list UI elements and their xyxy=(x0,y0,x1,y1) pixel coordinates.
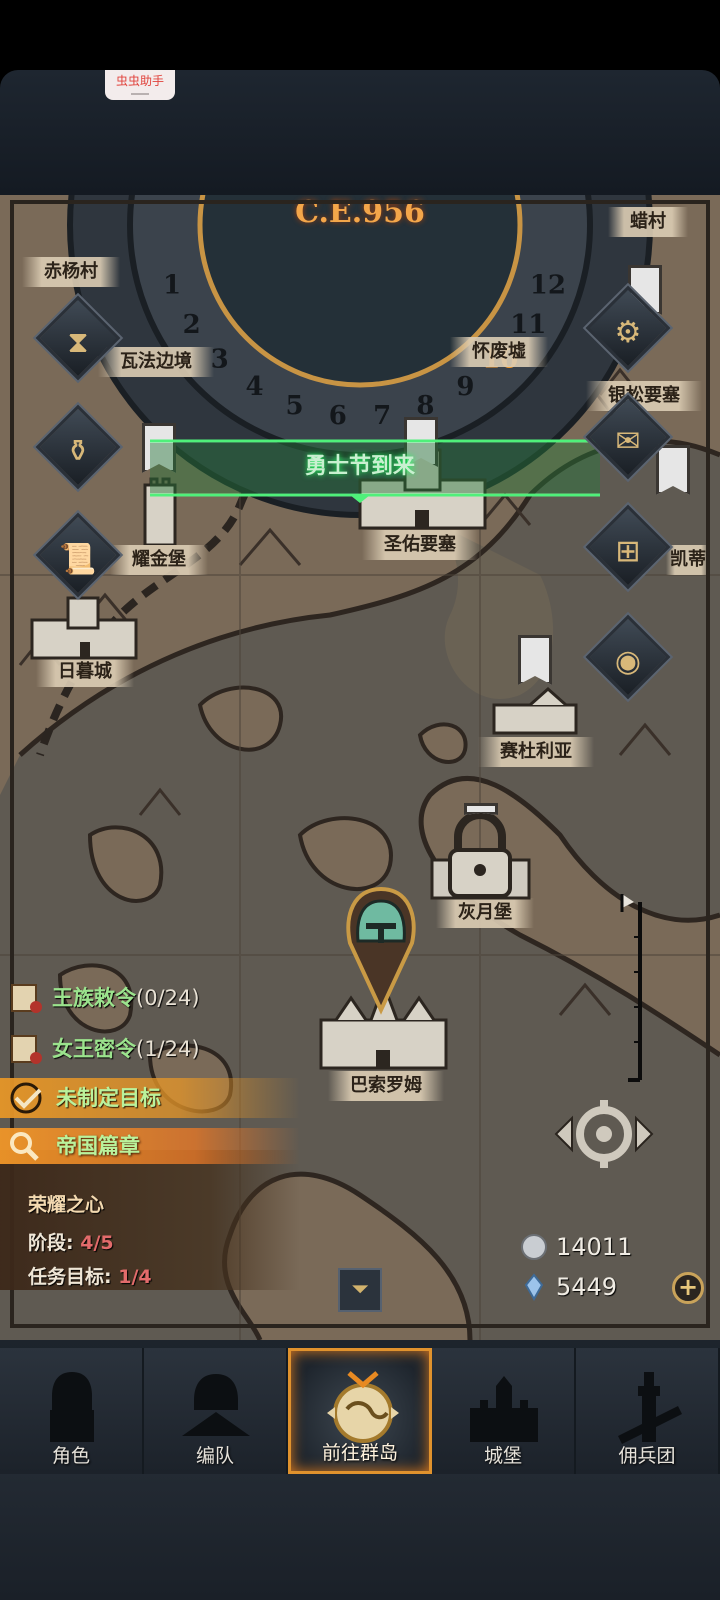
town-label-basuo[interactable]: 巴索罗姆 xyxy=(328,1071,444,1101)
add-crystal-button[interactable]: + xyxy=(672,1272,704,1304)
quest-queen-text: 女王密令(1/24) xyxy=(52,1037,200,1061)
nav-team[interactable]: 编队 xyxy=(144,1348,288,1474)
mail-icon: ✉ xyxy=(615,423,641,459)
town-label-ruins[interactable]: 怀废墟 xyxy=(450,337,548,367)
year-label: C.E.956 xyxy=(295,195,425,230)
dial-month-8: 8 xyxy=(416,391,434,421)
dial-month-7: 7 xyxy=(373,401,391,431)
chapter-title: 帝国篇章 xyxy=(56,1134,140,1158)
nav-role[interactable]: 角色 xyxy=(0,1348,144,1474)
chapter-name: 荣耀之心 xyxy=(28,1194,105,1216)
chapter-task: 任务目标: 1/4 xyxy=(28,1266,152,1288)
dial-month-11: 11 xyxy=(510,310,546,340)
quest-royal[interactable]: 王族敕令(0/24) xyxy=(0,977,200,1017)
player-helmet-marker-icon[interactable] xyxy=(342,885,420,1015)
silver-value: 14011 xyxy=(556,1233,633,1261)
bottom-strip xyxy=(0,1474,720,1600)
nav-castle[interactable]: 城堡 xyxy=(432,1348,576,1474)
dial-month-12: 12 xyxy=(530,270,566,300)
town-label-rimu[interactable]: 日暮城 xyxy=(36,657,134,687)
goal-check-icon xyxy=(10,1082,42,1114)
crystal-currency: 5449 xyxy=(520,1270,617,1304)
festival-text: 勇士节到来 xyxy=(304,454,415,479)
nav-islands[interactable]: 前往群岛 xyxy=(288,1348,432,1474)
silver-coin-icon xyxy=(521,1234,547,1260)
scroll-icon xyxy=(11,984,42,1013)
town-label-chiyang[interactable]: 赤杨村 xyxy=(22,257,120,287)
chapter-stage: 阶段: 4/5 xyxy=(28,1232,114,1254)
dial-month-2: 2 xyxy=(183,310,201,340)
town-label-yinsong[interactable]: 银松要塞 xyxy=(586,381,702,411)
goal-bar[interactable]: 未制定目标 xyxy=(0,1078,300,1118)
dial-month-5: 5 xyxy=(286,391,304,421)
quest-queen[interactable]: 女王密令(1/24) xyxy=(0,1028,200,1068)
festival-banner[interactable]: 勇士节到来 xyxy=(150,433,600,503)
gear-icon: ⚙ xyxy=(614,314,642,350)
silver-currency: 14011 xyxy=(520,1230,632,1264)
formation-icon xyxy=(182,1374,250,1436)
nav-mercenary[interactable]: 佣兵团 xyxy=(576,1348,720,1474)
locate-button[interactable] xyxy=(552,1098,656,1170)
dial-month-4: 4 xyxy=(246,372,264,402)
knight-icon xyxy=(50,1372,94,1442)
status-area xyxy=(0,0,720,70)
globe-icon xyxy=(327,1371,399,1443)
town-label-kaldi[interactable]: 凯蒂 xyxy=(666,545,710,575)
zoom-slider[interactable] xyxy=(618,892,646,1082)
town-label-wafa[interactable]: 瓦法边境 xyxy=(98,347,214,377)
money-bag-icon: ⚱ xyxy=(65,433,91,469)
castle-huiyue-locked-icon[interactable] xyxy=(428,805,533,900)
dial-month-9: 9 xyxy=(456,372,474,402)
town-label-yaojin[interactable]: 耀金堡 xyxy=(110,545,208,575)
quest-royal-text: 王族敕令(0/24) xyxy=(52,986,200,1010)
window-icon: ⊞ xyxy=(615,533,641,569)
scroll-icon xyxy=(11,1035,42,1064)
hourglass-icon: ⧗ xyxy=(67,324,89,360)
dial-month-6: 6 xyxy=(329,401,347,431)
mercenary-icon xyxy=(618,1372,682,1444)
castle-icon xyxy=(470,1376,538,1442)
bottom-nav: 角色 编队 前往群岛 城堡 佣兵团 xyxy=(0,1348,720,1474)
coin-icon: ◉ xyxy=(614,643,642,679)
collapse-panel-button[interactable]: ⏷ xyxy=(338,1268,382,1312)
town-label-lacun[interactable]: 蜡村 xyxy=(608,207,688,237)
crystal-icon xyxy=(524,1273,544,1301)
town-label-huiyue[interactable]: 灰月堡 xyxy=(436,898,534,928)
goal-text: 未制定目标 xyxy=(56,1086,161,1110)
scroll-icon: 📜 xyxy=(59,541,97,577)
crystal-value: 5449 xyxy=(556,1273,618,1301)
town-label-shengyou[interactable]: 圣佑要塞 xyxy=(362,530,478,560)
magnifier-icon xyxy=(10,1132,39,1161)
castle-rimu-icon[interactable] xyxy=(28,590,140,660)
chapter-header[interactable]: 帝国篇章 xyxy=(0,1128,300,1164)
helper-badge[interactable]: 虫虫助手 xyxy=(105,70,175,100)
dial-month-1: 1 xyxy=(163,270,181,300)
castle-saidu-icon[interactable] xyxy=(490,685,580,735)
town-label-saidu[interactable]: 赛杜利亚 xyxy=(478,737,594,767)
